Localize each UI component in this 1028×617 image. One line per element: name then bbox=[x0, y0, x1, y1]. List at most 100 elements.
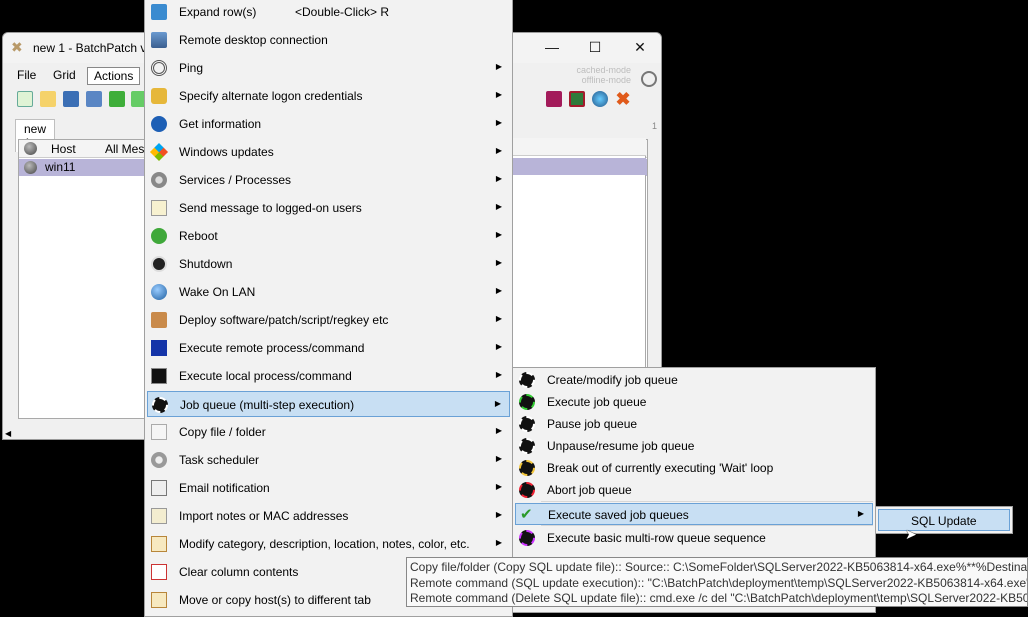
menu-item-create-modify-job-queue[interactable]: Create/modify job queue bbox=[515, 369, 873, 391]
checkmark-icon: ✔ bbox=[520, 506, 533, 523]
import-icon bbox=[151, 508, 167, 524]
toolbar-cancel-icon[interactable]: ✖ bbox=[615, 90, 631, 108]
add-host-icon[interactable] bbox=[109, 91, 125, 107]
saved-job-queues-submenu: SQL Update bbox=[875, 506, 1013, 534]
context-menu: Expand row(s) <Double-Click> R Remote desk… bbox=[144, 0, 513, 617]
grid-header-extension bbox=[512, 138, 646, 156]
resume-queue-icon bbox=[519, 438, 535, 454]
maximize-button[interactable]: ☐ bbox=[587, 39, 603, 55]
clear-icon bbox=[151, 564, 167, 580]
menu-item-wake-on-lan[interactable]: Wake On LAN ▶ bbox=[147, 279, 510, 305]
menu-item-execute-local-process-command[interactable]: Execute local process/command ▶ bbox=[147, 363, 510, 389]
new-grid-icon[interactable] bbox=[17, 91, 33, 107]
menu-item-unpause-resume-job-queue[interactable]: Unpause/resume job queue bbox=[515, 435, 873, 457]
close-button[interactable]: ✕ bbox=[632, 39, 648, 55]
host-cell[interactable]: win11 bbox=[45, 160, 75, 174]
console-blue-icon bbox=[151, 340, 167, 356]
submenu-arrow-icon: ▶ bbox=[495, 90, 502, 99]
save-all-icon[interactable] bbox=[86, 91, 102, 107]
menu-item-label: Execute remote process/command bbox=[179, 341, 365, 355]
menu-item-label: Clear column contents bbox=[179, 565, 299, 579]
menu-item-send-message-to-logged-on-users[interactable]: Send message to logged-on users ▶ bbox=[147, 195, 510, 221]
menu-item-services-processes[interactable]: Services / Processes ▶ bbox=[147, 167, 510, 193]
tooltip-line: Copy file/folder (Copy SQL update file):… bbox=[410, 560, 1028, 574]
cached-mode-label: cached-mode bbox=[576, 65, 631, 75]
expand-icon bbox=[151, 4, 167, 20]
menu-item-email-notification[interactable]: Email notification ▶ bbox=[147, 475, 510, 501]
menu-actions[interactable]: Actions bbox=[87, 67, 141, 85]
status-orb-icon bbox=[24, 161, 37, 174]
menu-item-modify-category-description-location-notes-color-etc[interactable]: Modify category, description, location, … bbox=[147, 531, 510, 557]
toolbar-globe-icon[interactable] bbox=[592, 91, 608, 107]
timer-icon[interactable] bbox=[641, 71, 657, 87]
menu-item-label: Remote desktop connection bbox=[179, 33, 328, 47]
menu-file[interactable]: File bbox=[11, 67, 42, 83]
submenu-arrow-icon: ▶ bbox=[495, 482, 502, 491]
menu-item-execute-basic-multi-row-queue-sequence[interactable]: Execute basic multi-row queue sequence bbox=[515, 527, 873, 549]
toolbar-tool-icon[interactable] bbox=[546, 91, 562, 107]
menu-item-expand-row-s[interactable]: Expand row(s) <Double-Click> R bbox=[147, 0, 510, 25]
menu-item-label: Deploy software/patch/script/regkey etc bbox=[179, 313, 389, 327]
saved-queue-sql-update[interactable]: SQL Update bbox=[878, 509, 1010, 531]
menu-item-job-queue-multi-step-execution[interactable]: Job queue (multi-step execution) ▶ bbox=[147, 391, 510, 417]
menu-item-abort-job-queue[interactable]: Abort job queue bbox=[515, 479, 873, 501]
globe-icon bbox=[151, 284, 167, 300]
scheduler-icon bbox=[151, 452, 167, 468]
submenu-arrow-icon: ▶ bbox=[495, 118, 502, 127]
menu-item-label: Execute local process/command bbox=[179, 369, 352, 383]
menu-item-label: Services / Processes bbox=[179, 173, 292, 187]
tooltip: Copy file/folder (Copy SQL update file):… bbox=[406, 557, 1028, 607]
column-host[interactable]: Host bbox=[51, 142, 76, 156]
menu-item-shutdown[interactable]: Shutdown ▶ bbox=[147, 251, 510, 277]
menu-item-get-information[interactable]: Get information ▶ bbox=[147, 111, 510, 137]
status-orb-icon bbox=[24, 142, 37, 155]
menu-item-label: Execute saved job queues bbox=[548, 508, 689, 522]
menu-item-pause-job-queue[interactable]: Pause job queue bbox=[515, 413, 873, 435]
menu-item-label: Job queue (multi-step execution) bbox=[180, 398, 355, 412]
scroll-left-icon[interactable]: ◀ bbox=[5, 429, 11, 438]
submenu-arrow-icon: ▶ bbox=[495, 510, 502, 519]
menu-grid[interactable]: Grid bbox=[47, 67, 82, 83]
menu-item-label: Wake On LAN bbox=[179, 285, 256, 299]
submenu-arrow-icon: ▶ bbox=[495, 146, 502, 155]
offline-mode-label: offline-mode bbox=[581, 75, 631, 85]
open-folder-icon[interactable] bbox=[40, 91, 56, 107]
menu-item-label: Import notes or MAC addresses bbox=[179, 509, 349, 523]
table-row-extension bbox=[512, 158, 646, 175]
abort-queue-icon bbox=[519, 482, 535, 498]
console-black-icon bbox=[151, 368, 167, 384]
deploy-icon bbox=[151, 312, 167, 328]
menu-item-break-out-of-currently-executing-wait-loop[interactable]: Break out of currently executing 'Wait' … bbox=[515, 457, 873, 479]
mode-indicator: cached-mode offline-mode bbox=[576, 65, 631, 85]
copy-icon bbox=[151, 424, 167, 440]
menu-item-deploy-software-patch-script-regkey-etc[interactable]: Deploy software/patch/script/regkey etc ▶ bbox=[147, 307, 510, 333]
toolbar-check-icon[interactable] bbox=[569, 91, 585, 107]
mouse-cursor-icon: ➤ bbox=[905, 526, 917, 542]
menu-item-copy-file-folder[interactable]: Copy file / folder ▶ bbox=[147, 419, 510, 445]
menu-item-windows-updates[interactable]: Windows updates ▶ bbox=[147, 139, 510, 165]
submenu-arrow-icon: ▶ bbox=[494, 399, 501, 408]
email-icon bbox=[151, 480, 167, 496]
power-icon bbox=[151, 256, 167, 272]
submenu-arrow-icon: ▶ bbox=[495, 314, 502, 323]
menu-item-remote-desktop-connection[interactable]: Remote desktop connection bbox=[147, 27, 510, 53]
menu-item-execute-remote-process-command[interactable]: Execute remote process/command ▶ bbox=[147, 335, 510, 361]
menu-item-task-scheduler[interactable]: Task scheduler ▶ bbox=[147, 447, 510, 473]
menu-item-label: Copy file / folder bbox=[179, 425, 266, 439]
minimize-button[interactable]: — bbox=[544, 39, 560, 55]
submenu-arrow-icon: ▶ bbox=[495, 202, 502, 211]
menu-item-execute-job-queue[interactable]: Execute job queue bbox=[515, 391, 873, 413]
submenu-arrow-icon: ▶ bbox=[495, 230, 502, 239]
menu-item-import-notes-or-mac-addresses[interactable]: Import notes or MAC addresses ▶ bbox=[147, 503, 510, 529]
menu-item-ping[interactable]: Ping ▶ bbox=[147, 55, 510, 81]
menu-item-specify-alternate-logon-credentials[interactable]: Specify alternate logon credentials ▶ bbox=[147, 83, 510, 109]
submenu-arrow-icon: ▶ bbox=[857, 509, 864, 518]
menu-item-label: Send message to logged-on users bbox=[179, 201, 362, 215]
tooltip-line: Remote command (SQL update execution):: … bbox=[410, 575, 1028, 590]
menu-separator bbox=[541, 501, 873, 502]
menu-item-label: Abort job queue bbox=[547, 483, 632, 497]
menu-item-execute-saved-job-queues[interactable]: ✔ Execute saved job queues ▶ bbox=[515, 503, 873, 525]
batchpatch-logo-icon: ✖ bbox=[11, 39, 23, 55]
save-icon[interactable] bbox=[63, 91, 79, 107]
menu-item-reboot[interactable]: Reboot ▶ bbox=[147, 223, 510, 249]
